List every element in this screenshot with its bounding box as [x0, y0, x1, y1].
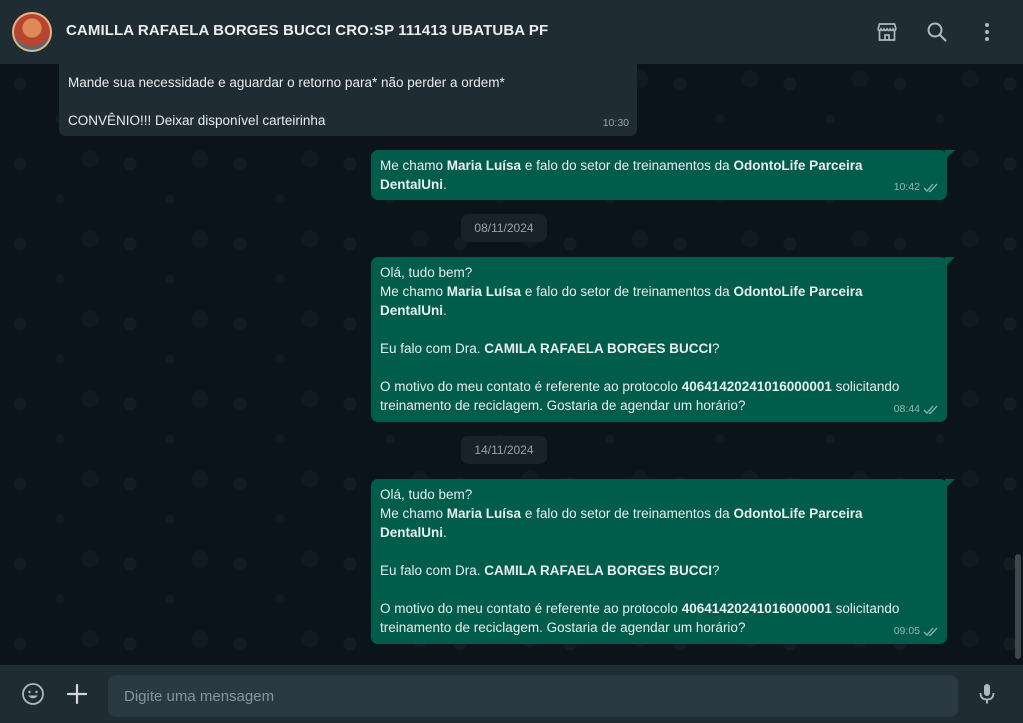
message-text: Mande sua necessidade e aguardar o retor… [68, 75, 505, 90]
message-time: 08:44 [893, 403, 920, 415]
store-icon[interactable] [875, 20, 899, 44]
bold-text: OdontoLife Parceira [733, 158, 863, 173]
double-check-icon [923, 404, 939, 415]
message-meta: 09:05 [894, 622, 939, 641]
double-check-icon [923, 182, 939, 193]
plus-icon[interactable] [65, 682, 89, 706]
message-outgoing[interactable]: Me chamo Maria Luísa e falo do setor de … [371, 150, 955, 200]
bold-text: 40641420241016000001 [681, 379, 832, 394]
chat-header: CAMILLA RAFAELA BORGES BUCCI CRO:SP 1114… [0, 0, 1023, 64]
message-outgoing[interactable]: Olá, tudo bem? Me chamo Maria Luísa e fa… [371, 479, 955, 644]
bold-text: DentalUni [380, 525, 444, 540]
message-input[interactable] [108, 675, 958, 717]
bold-text: Maria Luísa [446, 506, 522, 521]
emoji-icon[interactable] [21, 682, 45, 706]
date-separator: 08/11/2024 [461, 214, 547, 242]
double-check-icon [923, 626, 939, 637]
menu-icon[interactable] [975, 20, 999, 44]
bold-text: CAMILA RAFAELA BORGES BUCCI [484, 341, 713, 356]
date-separator: 14/11/2024 [461, 436, 547, 464]
message-list[interactable]: Mande sua necessidade e aguardar o retor… [0, 64, 1023, 665]
bold-text: OdontoLife Parceira [733, 284, 863, 299]
bold-text: Maria Luísa [446, 158, 522, 173]
scrollbar[interactable] [1015, 554, 1021, 659]
contact-name[interactable]: CAMILLA RAFAELA BORGES BUCCI CRO:SP 1114… [66, 22, 548, 39]
message-meta: 10:30 [603, 114, 629, 133]
message-meta: 10:42 [894, 178, 939, 197]
bold-text: 40641420241016000001 [681, 601, 832, 616]
composer [0, 665, 1023, 723]
bold-text: Maria Luísa [446, 284, 522, 299]
bold-text: DentalUni [380, 177, 444, 192]
message-outgoing[interactable]: Olá, tudo bem? Me chamo Maria Luísa e fa… [371, 257, 955, 422]
message-text: CONVÊNIO!!! Deixar disponível carteirinh… [68, 113, 326, 128]
bold-text: DentalUni [380, 303, 444, 318]
message-incoming[interactable]: Mande sua necessidade e aguardar o retor… [59, 64, 637, 136]
bold-text: OdontoLife Parceira [733, 506, 863, 521]
message-time: 10:30 [602, 117, 629, 129]
contact-avatar[interactable] [12, 12, 52, 52]
bold-text: CAMILA RAFAELA BORGES BUCCI [484, 563, 713, 578]
message-time: 10:42 [893, 181, 920, 193]
microphone-icon[interactable] [975, 682, 999, 706]
message-time: 09:05 [893, 625, 920, 637]
message-meta: 08:44 [894, 400, 939, 419]
search-icon[interactable] [925, 20, 949, 44]
